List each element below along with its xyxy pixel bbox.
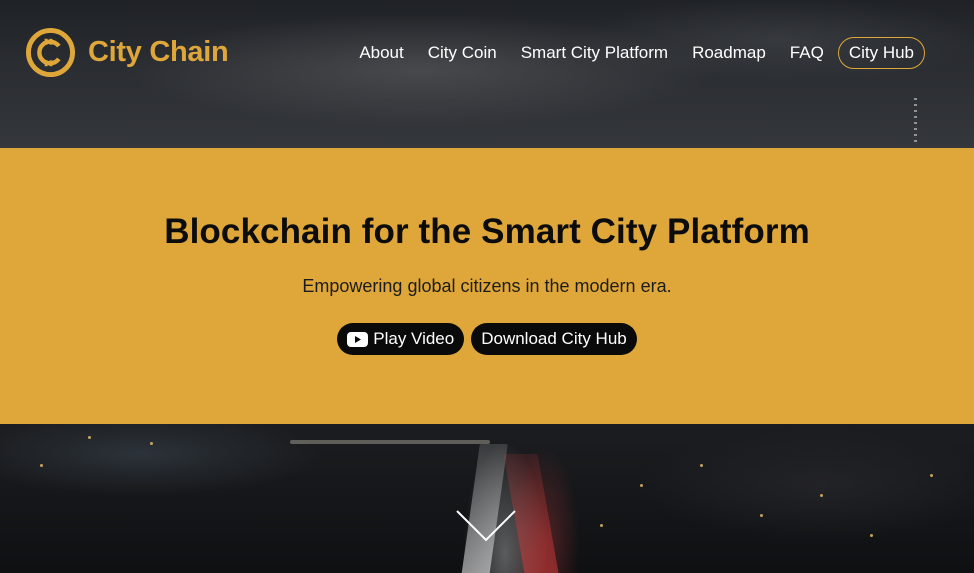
play-video-button[interactable]: Play Video xyxy=(337,323,465,355)
youtube-play-icon xyxy=(347,331,369,347)
city-hub-button[interactable]: City Hub xyxy=(837,37,925,69)
city-light xyxy=(870,534,873,537)
nav-item-about[interactable]: About xyxy=(359,37,403,69)
home-logo-link[interactable]: City Chain xyxy=(26,28,229,77)
city-night-background xyxy=(0,424,974,573)
city-light xyxy=(600,524,603,527)
city-chain-logo-icon xyxy=(26,28,75,77)
hero-title: Blockchain for the Smart City Platform xyxy=(164,212,810,251)
main-nav: About City Coin Smart City Platform Road… xyxy=(359,37,925,69)
download-city-hub-label: Download City Hub xyxy=(481,329,627,348)
city-light xyxy=(700,464,703,467)
nav-item-smart-city-platform[interactable]: Smart City Platform xyxy=(521,37,668,69)
site-header: City Chain About City Coin Smart City Pl… xyxy=(0,0,974,106)
hero-section: Blockchain for the Smart City Platform E… xyxy=(0,148,974,424)
city-light xyxy=(88,436,91,439)
city-light xyxy=(640,484,643,487)
bridge-light-trail xyxy=(290,440,490,444)
hero-subtitle: Empowering global citizens in the modern… xyxy=(302,276,672,296)
landing-page: City Chain About City Coin Smart City Pl… xyxy=(0,0,974,573)
city-light xyxy=(150,442,153,445)
play-video-label: Play Video xyxy=(373,329,455,348)
nav-item-city-coin[interactable]: City Coin xyxy=(428,37,497,69)
brand-name: City Chain xyxy=(88,36,229,68)
hero-actions: Play Video Download City Hub xyxy=(0,323,974,355)
city-light xyxy=(820,494,823,497)
chevron-down-icon[interactable] xyxy=(455,508,517,544)
nav-item-roadmap[interactable]: Roadmap xyxy=(692,37,766,69)
download-city-hub-button[interactable]: Download City Hub xyxy=(471,323,637,355)
city-light xyxy=(40,464,43,467)
city-light xyxy=(930,474,933,477)
city-light xyxy=(760,514,763,517)
nav-item-faq[interactable]: FAQ xyxy=(790,37,824,69)
